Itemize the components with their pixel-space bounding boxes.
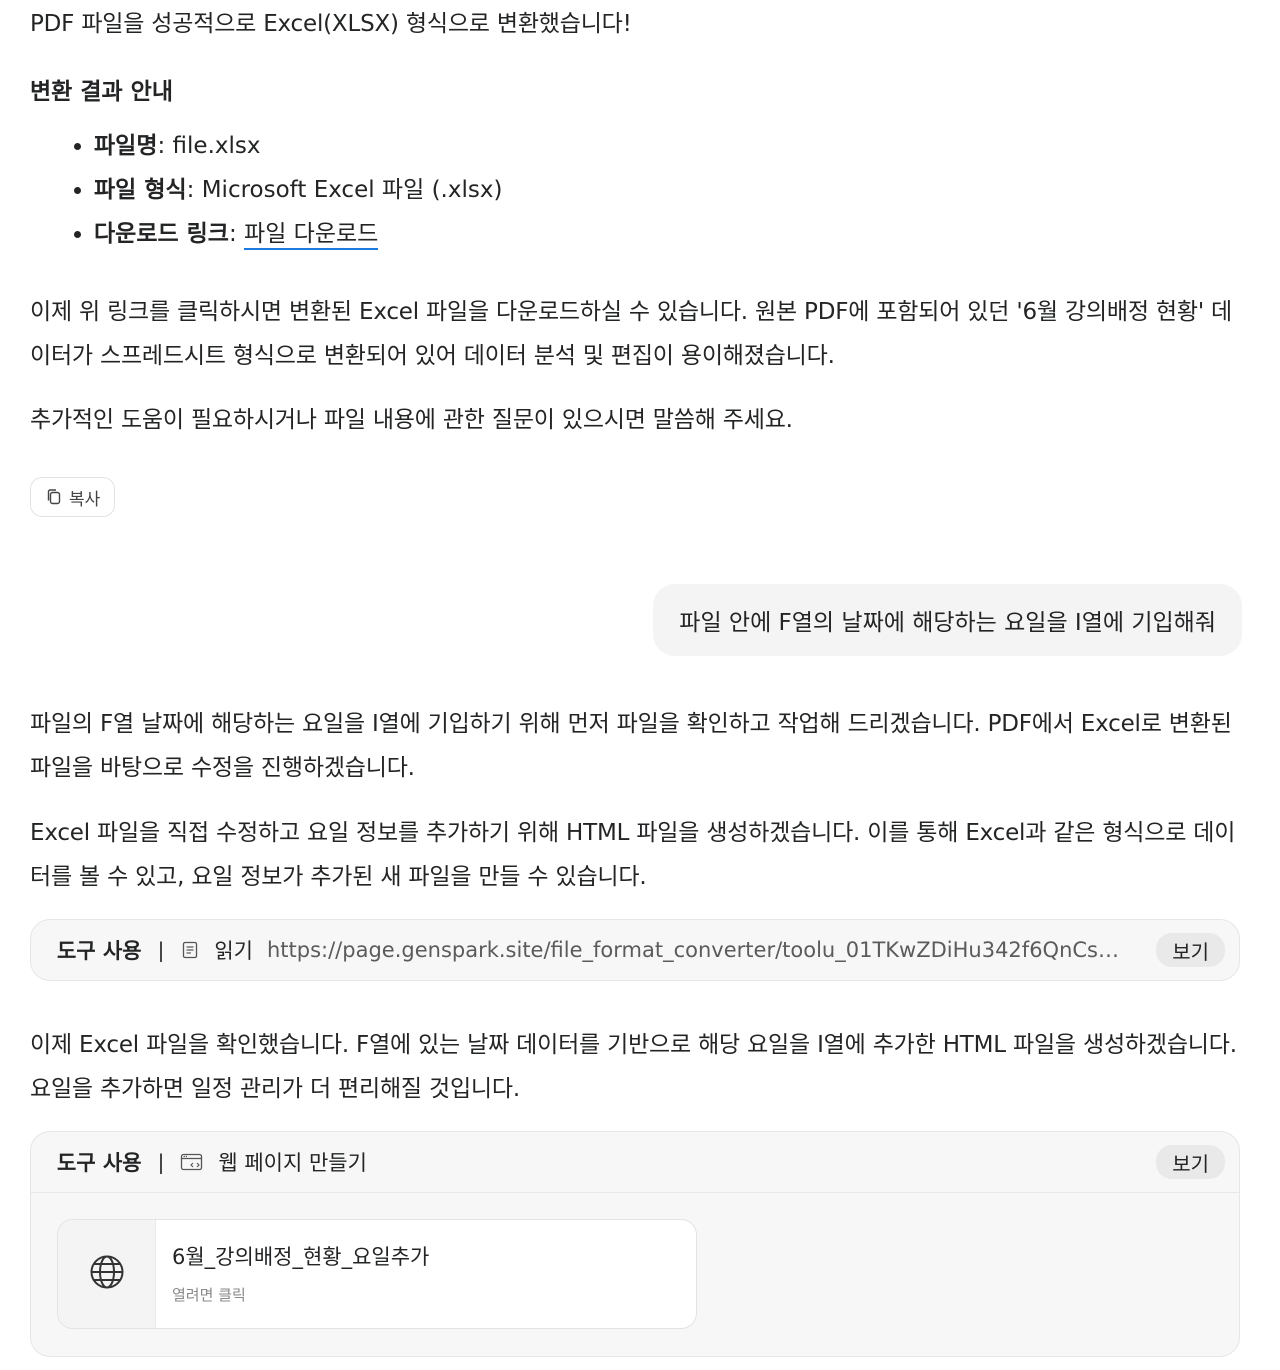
view-button[interactable]: 보기 <box>1156 1145 1225 1179</box>
tool-usage-body: 6월_강의배정_현황_요일추가 열려면 클릭 <box>31 1193 1239 1356</box>
copy-icon <box>45 488 63 506</box>
response-paragraph: 파일의 F열 날짜에 해당하는 요일을 I열에 기입하기 위해 먼저 파일을 확… <box>30 711 1232 781</box>
tool-separator: | <box>157 1150 165 1174</box>
download-link[interactable]: 파일 다운로드 <box>244 221 379 250</box>
list-item-value: : Microsoft Excel 파일 (.xlsx) <box>186 177 503 203</box>
card-info: 6월_강의배정_현황_요일추가 열려면 클릭 <box>156 1220 445 1328</box>
list-item-value: : file.xlsx <box>157 133 261 159</box>
list-item: 파일 형식: Microsoft Excel 파일 (.xlsx) <box>70 168 502 212</box>
copy-button[interactable]: 복사 <box>30 477 116 517</box>
response-paragraph: 추가적인 도움이 필요하시거나 파일 내용에 관한 질문이 있으시면 말씀해 주… <box>30 407 793 433</box>
tool-usage-webpage: 도구 사용 | 웹 페이지 만들기 보기 6월_강의배정_현황_요일추가 열려면… <box>30 1131 1240 1357</box>
card-subtitle: 열려면 클릭 <box>172 1286 246 1304</box>
webpage-card[interactable]: 6월_강의배정_현황_요일추가 열려면 클릭 <box>57 1219 697 1329</box>
list-item-label: 파일명 <box>94 133 158 159</box>
user-message-bubble: 파일 안에 F열의 날짜에 해당하는 요일을 I열에 기입해줘 <box>653 584 1242 656</box>
copy-label: 복사 <box>69 489 101 510</box>
tool-separator: | <box>157 938 165 962</box>
response-paragraph: Excel 파일을 직접 수정하고 요일 정보를 추가하기 위해 HTML 파일… <box>30 820 1236 890</box>
list-item: 다운로드 링크: 파일 다운로드 <box>70 212 502 256</box>
tool-usage-label: 도구 사용 <box>57 939 142 963</box>
tool-action: 웹 페이지 만들기 <box>218 1151 367 1175</box>
document-icon <box>180 940 200 960</box>
globe-icon <box>89 1254 125 1294</box>
card-thumbnail <box>58 1220 156 1328</box>
user-message-text: 파일 안에 F열의 날짜에 해당하는 요일을 I열에 기입해줘 <box>679 610 1216 636</box>
response-paragraph: 이제 위 링크를 클릭하시면 변환된 Excel 파일을 다운로드하실 수 있습… <box>30 299 1233 369</box>
response-paragraph: 이제 Excel 파일을 확인했습니다. F열에 있는 날짜 데이터를 기반으로… <box>30 1032 1237 1102</box>
tool-url: https://page.genspark.site/file_format_c… <box>266 938 1129 962</box>
result-list: 파일명: file.xlsx 파일 형식: Microsoft Excel 파일… <box>70 124 502 256</box>
card-title: 6월_강의배정_현황_요일추가 <box>172 1245 430 1269</box>
view-button[interactable]: 보기 <box>1156 933 1225 967</box>
tool-usage-label: 도구 사용 <box>57 1151 142 1175</box>
tool-usage-read: 도구 사용 | 읽기 https://page.genspark.site/fi… <box>30 919 1240 981</box>
tool-usage-header: 도구 사용 | 웹 페이지 만들기 보기 <box>31 1132 1239 1193</box>
list-item-label: 파일 형식 <box>94 177 187 203</box>
list-item-label: 다운로드 링크 <box>94 221 229 247</box>
tool-action: 읽기 <box>214 939 253 963</box>
list-item: 파일명: file.xlsx <box>70 124 502 168</box>
result-heading: 변환 결과 안내 <box>30 79 173 105</box>
intro-text: PDF 파일을 성공적으로 Excel(XLSX) 형식으로 변환했습니다! <box>30 11 632 37</box>
webpage-icon <box>180 1152 204 1172</box>
list-item-separator: : <box>228 221 245 247</box>
